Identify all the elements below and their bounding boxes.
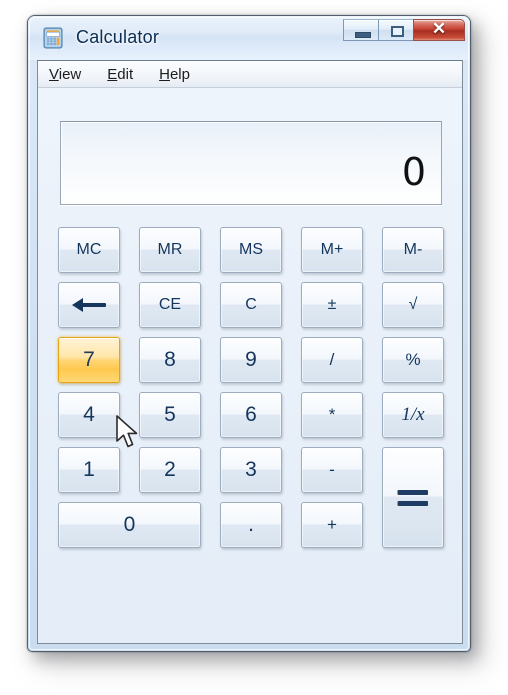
square-root-button[interactable]: √ — [382, 282, 444, 328]
decimal-point-button[interactable]: . — [220, 502, 282, 548]
display-panel[interactable]: 0 — [60, 121, 442, 205]
menu-item-view-accel: V — [49, 65, 59, 83]
calculator-icon — [43, 27, 63, 49]
plus-button[interactable]: + — [301, 502, 363, 548]
divide-button[interactable]: / — [301, 337, 363, 383]
digit-3-button[interactable]: 3 — [220, 447, 282, 493]
memory-subtract-button[interactable]: M- — [382, 227, 444, 273]
menu-item-help-label: elp — [169, 65, 190, 83]
close-button[interactable]: ✕ — [413, 19, 465, 41]
clear-entry-button[interactable]: CE — [139, 282, 201, 328]
equals-button[interactable] — [382, 447, 444, 548]
memory-store-button[interactable]: MS — [220, 227, 282, 273]
menu-item-edit-accel: E — [107, 65, 118, 83]
digit-4-button[interactable]: 4 — [58, 392, 120, 438]
clear-button[interactable]: C — [220, 282, 282, 328]
backspace-button[interactable] — [58, 282, 120, 328]
equals-icon — [398, 489, 428, 506]
mouse-cursor — [116, 415, 138, 448]
multiply-button[interactable]: * — [301, 392, 363, 438]
menu-item-view[interactable]: View — [48, 64, 92, 85]
memory-clear-button[interactable]: MC — [58, 227, 120, 273]
menu-item-view-label: iew — [58, 65, 82, 83]
restore-button[interactable] — [378, 19, 414, 41]
window-controls: ✕ — [343, 19, 465, 43]
digit-2-button[interactable]: 2 — [139, 447, 201, 493]
digit-5-button[interactable]: 5 — [139, 392, 201, 438]
menu-item-edit-label: dit — [117, 65, 134, 83]
sign-toggle-button[interactable]: ± — [301, 282, 363, 328]
menu-item-help[interactable]: Help — [158, 64, 201, 85]
menu-item-help-accel: H — [159, 65, 170, 83]
title-bar[interactable]: Calculator ✕ — [28, 16, 470, 60]
menu-bar: View Edit Help — [38, 61, 462, 88]
close-icon: ✕ — [431, 19, 447, 38]
window-title: Calculator — [76, 27, 160, 47]
percent-button[interactable]: % — [382, 337, 444, 383]
digit-1-button[interactable]: 1 — [58, 447, 120, 493]
digit-8-button[interactable]: 8 — [139, 337, 201, 383]
reciprocal-button[interactable]: 1/x — [382, 392, 444, 438]
menu-item-edit[interactable]: Edit — [106, 64, 144, 85]
minus-button[interactable]: - — [301, 447, 363, 493]
restore-icon — [391, 26, 404, 37]
memory-add-button[interactable]: M+ — [301, 227, 363, 273]
display-value: 0 — [401, 150, 427, 194]
digit-9-button[interactable]: 9 — [220, 337, 282, 383]
memory-recall-button[interactable]: MR — [139, 227, 201, 273]
client-area: View Edit Help 0 MC MR MS M+ M- CE C ± √… — [37, 60, 463, 644]
digit-0-button[interactable]: 0 — [58, 502, 201, 548]
minimize-button[interactable] — [343, 19, 379, 41]
digit-6-button[interactable]: 6 — [220, 392, 282, 438]
digit-7-button[interactable]: 7 — [58, 337, 120, 383]
backspace-arrow-icon — [72, 298, 106, 312]
calculator-window: Calculator ✕ View Edit Help 0 MC MR MS M… — [27, 15, 471, 652]
